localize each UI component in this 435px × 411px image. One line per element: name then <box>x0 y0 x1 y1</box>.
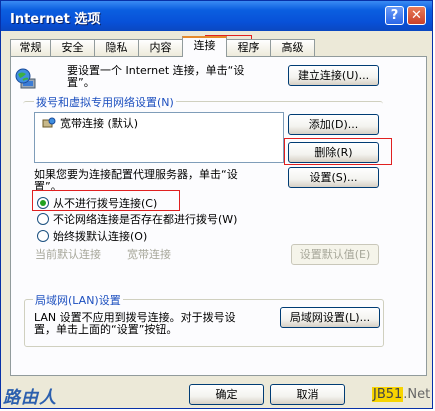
tab-security[interactable]: 安全 <box>50 39 95 57</box>
watermark-suffix: .Net <box>403 387 431 402</box>
setup-text-line2: 置”。 <box>67 76 95 89</box>
window-title: Internet 选项 <box>10 12 101 27</box>
connections-list[interactable]: 宽带连接 (默认) <box>34 112 284 163</box>
watermark-highlight: JB51 <box>372 387 404 402</box>
tab-advanced[interactable]: 高级 <box>270 39 315 57</box>
radio-dial-whenever-label: 不论网络连接是否存在都进行拨号(W) <box>53 213 238 226</box>
internet-options-dialog: Internet 选项 ? ✕ 常规 安全 隐私 内容 连接 程序 高级 要设置… <box>0 0 433 409</box>
cancel-button[interactable]: 取消 <box>270 384 345 405</box>
watermark-logo-left: 路由人 <box>3 388 57 408</box>
list-item-broadband[interactable]: 宽带连接 (默认) <box>60 115 138 131</box>
tab-privacy[interactable]: 隐私 <box>94 39 139 57</box>
radio-always-dial-label: 始终拨默认连接(O) <box>53 230 148 243</box>
watermark-logo-right: JB51.Net <box>372 387 430 402</box>
default-connection-label: 当前默认连接 <box>35 248 101 261</box>
never-dial-highlight-box <box>32 190 180 211</box>
default-connection-value: 宽带连接 <box>127 248 171 261</box>
lan-group-label: 局域网(LAN)设置 <box>33 292 123 308</box>
lan-settings-button[interactable]: 局域网设置(L)... <box>280 307 380 328</box>
settings-button[interactable]: 设置(S)... <box>288 167 379 188</box>
setup-connection-button[interactable]: 建立连接(U)... <box>288 65 379 86</box>
tab-programs[interactable]: 程序 <box>226 39 271 57</box>
tab-connections[interactable]: 连接 <box>182 36 227 57</box>
radio-always-dial[interactable] <box>37 230 49 242</box>
radio-dial-whenever[interactable] <box>37 213 49 225</box>
tab-content[interactable]: 内容 <box>138 39 183 57</box>
set-default-button[interactable]: 设置默认值(E) <box>291 244 379 265</box>
globe-computer-icon <box>15 68 36 89</box>
add-button[interactable]: 添加(D)... <box>288 114 379 135</box>
tab-general[interactable]: 常规 <box>10 39 51 57</box>
ok-button[interactable]: 确定 <box>189 384 264 405</box>
proxy-text-line1: 如果您要为连接配置代理服务器，单击“设 <box>34 168 238 181</box>
remove-highlight-box <box>284 138 392 165</box>
lan-text-line2: 置，单击上面的“设置”按钮。 <box>34 323 178 336</box>
close-x-icon[interactable]: ✕ <box>407 6 426 25</box>
title-bar[interactable]: Internet 选项 ? ✕ <box>1 1 432 31</box>
broadband-connection-icon <box>42 117 56 128</box>
dialup-group-label: 拨号和虚拟专用网络设置(N) <box>34 94 176 110</box>
question-mark-icon[interactable]: ? <box>385 6 404 25</box>
